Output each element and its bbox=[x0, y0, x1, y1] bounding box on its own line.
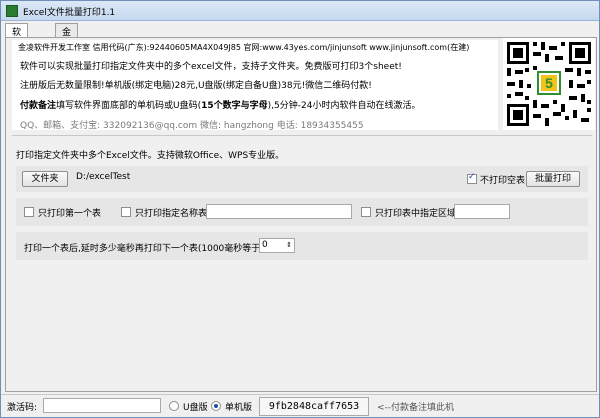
payment-note-line: 付款备注填写软件界面底部的单机码或U盘码(15个数字与字母),5分钟-24小时内… bbox=[20, 98, 420, 111]
app-excel-icon bbox=[6, 5, 18, 17]
select-folder-button[interactable]: 文件夹 bbox=[22, 171, 68, 187]
description-line: 软件可以实现批量打印指定文件夹中的多个excel文件，支持子文件夹。免费版可打印… bbox=[20, 62, 402, 72]
payment-note-text: 填写软件界面底部的单机码或U盘码( bbox=[56, 101, 202, 111]
svg-text:5: 5 bbox=[545, 75, 553, 91]
app-window: Excel文件批量打印1.1 软件设置 金凌软件 金凌软件开发工作室 信用代码(… bbox=[0, 0, 600, 418]
activation-label: 激活码: bbox=[7, 403, 38, 413]
settings-panel: 金凌软件开发工作室 信用代码(广东):92440605MA4X049J85 官网… bbox=[5, 37, 597, 392]
options-row: 只打印第一个表 只打印指定名称表: 只打印表中指定区域: bbox=[16, 198, 588, 226]
status-bar: 激活码: U盘版 单机版 9fb2848caff7653 <--付款备注填此机 bbox=[1, 394, 599, 417]
section-label: 打印指定文件夹中多个Excel文件。支持微软Office、WPS专业版。 bbox=[16, 151, 285, 161]
area-input[interactable] bbox=[454, 204, 510, 219]
payment-note-end: ),5分钟-24小时内软件自动在线激活。 bbox=[267, 101, 421, 111]
folder-row: 文件夹 D:/excelTest 不打印空表 批量打印 bbox=[16, 166, 588, 192]
skip-blank-label: 不打印空表 bbox=[480, 176, 526, 186]
skip-blank-checkbox[interactable] bbox=[467, 172, 477, 184]
batch-print-button[interactable]: 批量打印 bbox=[526, 171, 580, 187]
area-label: 只打印表中指定区域: bbox=[375, 209, 460, 219]
delay-row: 打印一个表后,延时多少毫秒再打印下一个表(1000毫秒等于1秒): 0 ⇕ bbox=[16, 232, 588, 260]
payment-note-code-spec: 15个数字与字母 bbox=[201, 101, 268, 111]
contact-line: QQ、邮箱、支付宝: 332092136@qq.com 微信: hangzhon… bbox=[20, 121, 364, 131]
title-bar: Excel文件批量打印1.1 bbox=[1, 1, 599, 21]
window-title: Excel文件批量打印1.1 bbox=[23, 8, 116, 18]
spinner-arrows-icon[interactable]: ⇕ bbox=[286, 239, 292, 252]
named-sheet-checkbox[interactable] bbox=[121, 207, 131, 217]
machine-code-display[interactable]: 9fb2848caff7653 bbox=[259, 397, 369, 416]
qr-code-icon: 5 bbox=[503, 38, 595, 130]
single-version-radio[interactable] bbox=[211, 401, 221, 411]
price-line: 注册版后无数量限制!单机版(绑定电脑)28元,U盘版(绑定自备U盘)38元!微信… bbox=[20, 81, 372, 91]
company-line: 金凌软件开发工作室 信用代码(广东):92440605MA4X049J85 官网… bbox=[18, 43, 470, 52]
first-sheet-label: 只打印第一个表 bbox=[38, 209, 102, 219]
single-version-label: 单机版 bbox=[225, 403, 253, 413]
activation-code-input[interactable] bbox=[43, 398, 161, 413]
wechat-qr-code: 5 bbox=[503, 38, 595, 130]
tab-jinling-software[interactable]: 金凌软件 bbox=[55, 23, 79, 77]
info-box: 金凌软件开发工作室 信用代码(广东):92440605MA4X049J85 官网… bbox=[12, 40, 498, 131]
payment-note-bold: 付款备注 bbox=[20, 101, 57, 111]
usb-version-radio[interactable] bbox=[169, 401, 179, 411]
usb-version-label: U盘版 bbox=[183, 403, 208, 413]
delay-label: 打印一个表后,延时多少毫秒再打印下一个表(1000毫秒等于1秒): bbox=[24, 244, 282, 254]
delay-spinner[interactable]: 0 ⇕ bbox=[259, 238, 295, 253]
area-checkbox[interactable] bbox=[361, 207, 371, 217]
delay-value: 0 bbox=[262, 240, 268, 250]
first-sheet-checkbox[interactable] bbox=[24, 207, 34, 217]
named-sheet-label: 只打印指定名称表: bbox=[135, 209, 211, 219]
divider bbox=[12, 135, 592, 136]
named-sheet-input[interactable] bbox=[206, 204, 352, 219]
tab-settings[interactable]: 软件设置 bbox=[5, 23, 29, 77]
payment-hint: <--付款备注填此机 bbox=[377, 403, 455, 413]
folder-path-field[interactable]: D:/excelTest bbox=[74, 171, 464, 186]
